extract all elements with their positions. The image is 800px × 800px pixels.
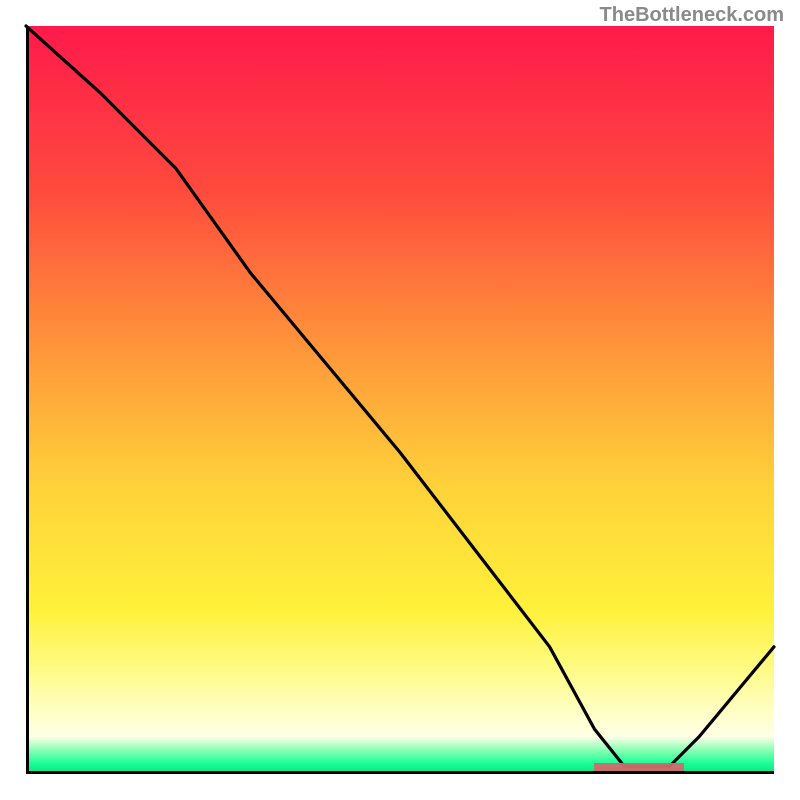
y-axis <box>26 26 29 774</box>
chart-container: TheBottleneck.com <box>0 0 800 800</box>
attribution-label: TheBottleneck.com <box>600 4 784 27</box>
bottleneck-curve <box>26 26 774 774</box>
x-axis <box>26 771 774 774</box>
